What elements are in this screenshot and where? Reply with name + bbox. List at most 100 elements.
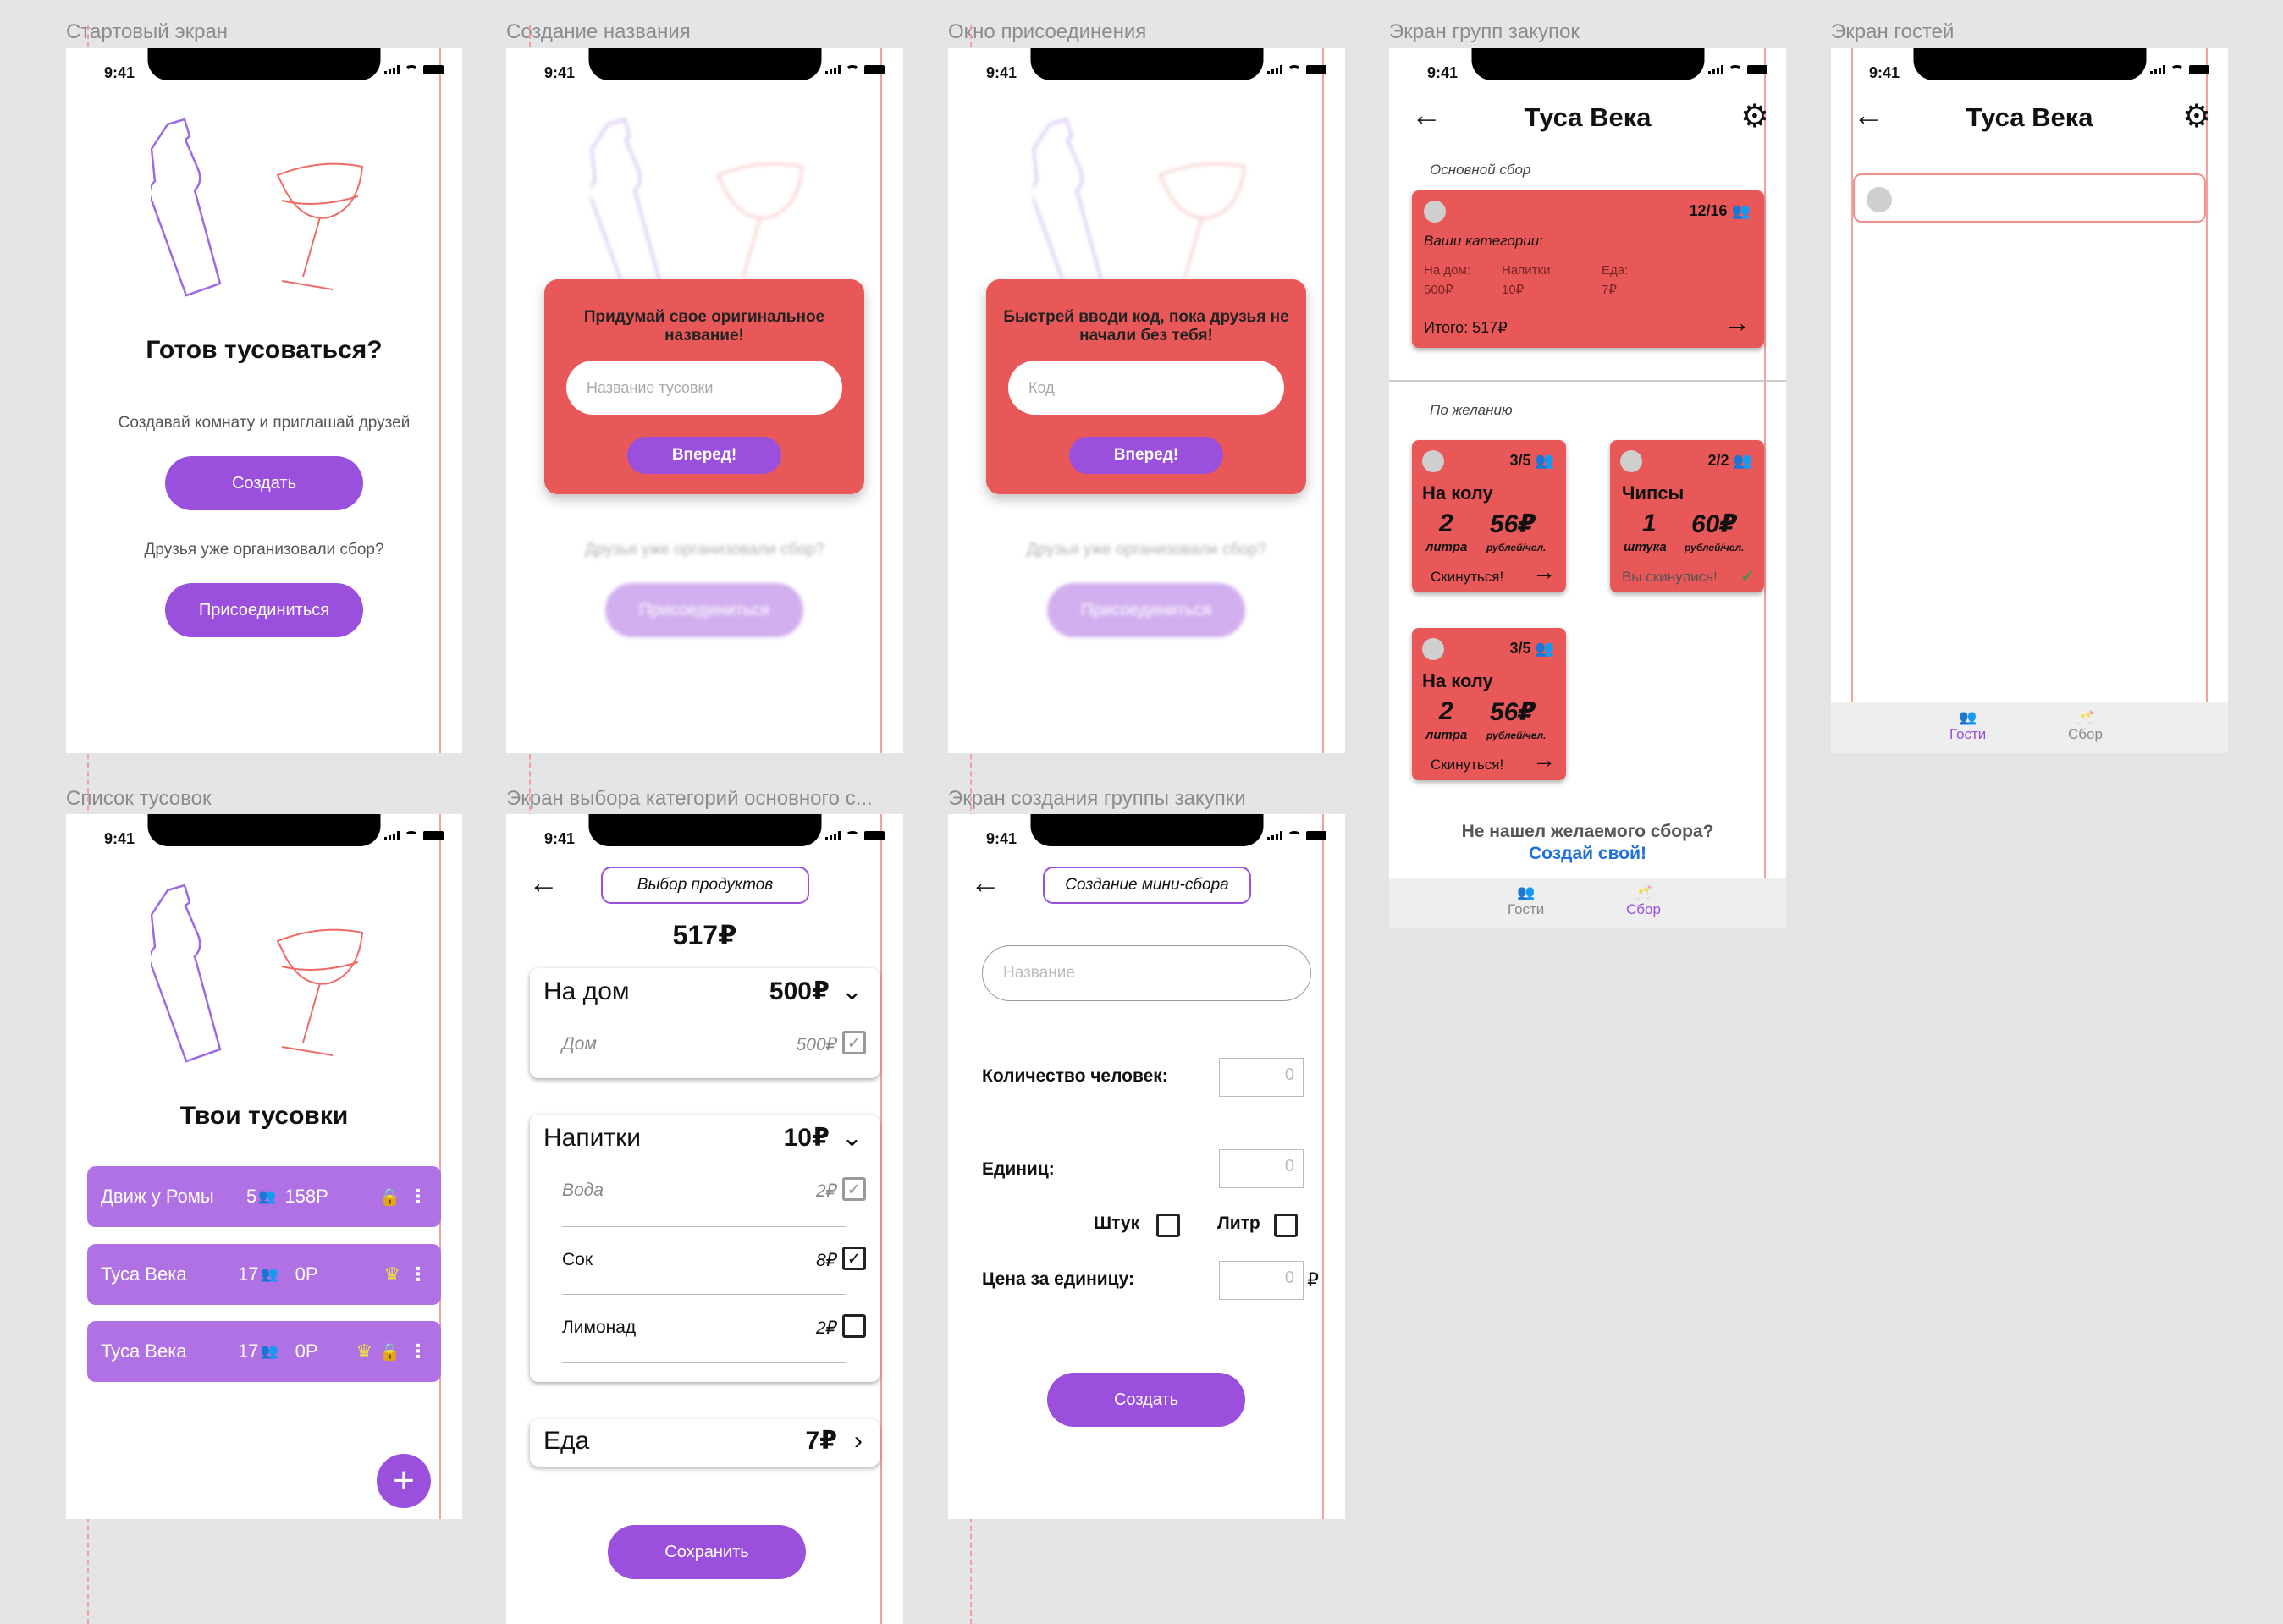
card-qty-unit: штука	[1624, 540, 1667, 554]
party-illustration	[151, 884, 364, 1063]
item-checkbox[interactable]	[842, 1314, 866, 1338]
create-group-button[interactable]: Создать	[1047, 1373, 1245, 1427]
join-button[interactable]: Присоединиться	[165, 583, 363, 637]
people-icon: 👥	[1959, 709, 1977, 725]
signal-icon	[825, 831, 841, 840]
card-price: 56₽	[1490, 510, 1536, 538]
optional-card[interactable]: 3/5 👥 На колу 2 литра 56₽ рублей/чел. Ск…	[1412, 628, 1566, 780]
phone-notch	[147, 48, 381, 80]
tab-guests[interactable]: 👥 Гости	[1508, 884, 1544, 918]
chevron-down-icon: ⌄	[841, 1124, 863, 1152]
tab-guests[interactable]: 👥 Гости	[1949, 709, 1986, 743]
join-button-blurred: Присоединиться	[605, 583, 803, 637]
category-food[interactable]: Еда 7₽ ›	[530, 1419, 880, 1467]
status-time: 9:41	[104, 830, 135, 847]
pcs-checkbox[interactable]	[1156, 1214, 1180, 1237]
card-qty-unit: литра	[1425, 728, 1468, 742]
battery-icon	[2189, 65, 2209, 74]
guest-row[interactable]	[1853, 173, 2206, 223]
add-party-button[interactable]: +	[377, 1454, 431, 1508]
start-title: Готов тусоваться?	[146, 336, 383, 364]
back-arrow-icon[interactable]: ←	[970, 865, 1001, 900]
item-name: Дом	[562, 1034, 597, 1054]
start-subtitle: Создавай комнату и приглашай друзей	[118, 414, 411, 432]
phone-notch	[1030, 814, 1263, 846]
category-sum: 500₽	[769, 977, 830, 1005]
name-forward-button[interactable]: Вперед!	[627, 437, 781, 474]
create-own-link[interactable]: Создай свой!	[1389, 844, 1786, 864]
category-food-header[interactable]: Еда 7₽ ›	[543, 1426, 863, 1456]
party-item[interactable]: Туса Века 17 👥 0Р ♛ ⋮	[87, 1244, 441, 1305]
crown-icon: ♛	[356, 1340, 373, 1362]
tab-collect[interactable]: 🥂 Сбор	[1626, 884, 1661, 918]
avatar	[1422, 450, 1444, 472]
code-input[interactable]: Код	[1008, 361, 1284, 415]
item-checkbox[interactable]: ✓	[842, 1247, 866, 1270]
more-icon[interactable]: ⋮	[409, 1340, 427, 1363]
more-icon[interactable]: ⋮	[409, 1186, 427, 1208]
phone-notch	[147, 814, 381, 846]
people-input[interactable]: 0	[1219, 1058, 1304, 1097]
save-button[interactable]: Сохранить	[608, 1525, 806, 1579]
card-count-value: 2/2	[1707, 452, 1729, 469]
settings-gear-icon[interactable]: ⚙	[2182, 97, 2211, 135]
frame-label-categories: Экран выбора категорий основного с...	[506, 787, 873, 810]
wifi-icon	[846, 831, 859, 840]
optional-card[interactable]: 2/2 👥 Чипсы 1 штука 60₽ рублей/чел. Вы с…	[1610, 440, 1764, 592]
frame-label-create-group: Экран создания группы закупки	[948, 787, 1246, 810]
tab-collect[interactable]: 🥂 Сбор	[2068, 709, 2103, 743]
join-modal: Быстрей вводи код, пока друзья не начали…	[986, 279, 1306, 494]
arrow-right-icon[interactable]: →	[1532, 559, 1556, 586]
create-button[interactable]: Создать	[165, 456, 363, 510]
name-input[interactable]: Название	[982, 945, 1311, 1001]
phone-notch	[1030, 48, 1263, 80]
pcs-label: Штук	[1094, 1214, 1140, 1233]
more-icon[interactable]: ⋮	[409, 1263, 427, 1285]
card-price: 60₽	[1691, 510, 1738, 538]
lock-icon: 🔒	[379, 1187, 400, 1207]
party-item[interactable]: Движ у Ромы 5 👥 158Р 🔒 ⋮	[87, 1166, 441, 1227]
item-price: 2₽	[815, 1181, 837, 1201]
categories-screen: 9:41 ← Выбор продуктов 517₽ На дом 500₽ ⌄ …	[506, 814, 903, 1624]
item-checkbox[interactable]: ✓	[842, 1031, 866, 1054]
category-drinks[interactable]: Напитки 10₽ ⌄ Вода 2₽ ✓ Сок 8₽ ✓ Лимонад 2₽	[530, 1115, 880, 1382]
arrow-right-icon[interactable]: →	[1532, 746, 1556, 773]
price-input[interactable]: 0	[1219, 1261, 1304, 1300]
units-input[interactable]: 0	[1219, 1149, 1304, 1188]
card-action[interactable]: Скинуться!	[1431, 757, 1503, 773]
back-arrow-icon[interactable]: ←	[528, 865, 559, 900]
item-name: Лимонад	[562, 1318, 637, 1337]
party-name-input[interactable]: Название тусовки	[566, 361, 842, 415]
party-item[interactable]: Туса Века 17 👥 0Р ♛ 🔒 ⋮	[87, 1321, 441, 1382]
frame-label-guests: Экран гостей	[1831, 20, 1955, 43]
card-count-value: 3/5	[1509, 640, 1531, 657]
cat1-label: На дом:	[1424, 263, 1470, 278]
join-forward-button[interactable]: Вперед!	[1069, 437, 1223, 474]
main-total: Итого: 517₽	[1424, 319, 1508, 336]
main-collection-card[interactable]: 12/16 👥 Ваши категории: На дом: 500₽ Нап…	[1412, 190, 1764, 348]
party-sum: 158Р	[284, 1186, 328, 1207]
people-icon: 👥	[1535, 640, 1554, 657]
tab-collect-label: Сбор	[2068, 726, 2103, 742]
settings-gear-icon[interactable]: ⚙	[1740, 97, 1769, 135]
cat3-value: 7₽	[1602, 283, 1617, 297]
frame-label-list: Список тусовок	[66, 787, 212, 810]
optional-card[interactable]: 3/5 👥 На колу 2 литра 56₽ рублей/чел. Ск…	[1412, 440, 1566, 592]
phone-notch	[588, 48, 821, 80]
item-name: Вода	[562, 1181, 604, 1200]
signal-icon	[384, 831, 400, 840]
category-drinks-header[interactable]: Напитки 10₽ ⌄	[543, 1123, 863, 1153]
card-action[interactable]: Скинуться!	[1431, 569, 1503, 586]
cat2-value: 10₽	[1502, 283, 1525, 297]
people-label: Количество человек:	[982, 1066, 1168, 1086]
category-home-header[interactable]: На дом 500₽ ⌄	[543, 977, 863, 1006]
category-home[interactable]: На дом 500₽ ⌄ Дом 500₽ ✓	[530, 968, 880, 1078]
item-checkbox[interactable]: ✓	[842, 1177, 866, 1201]
item-price: 500₽	[796, 1035, 837, 1054]
battery-icon	[423, 831, 444, 840]
arrow-right-icon[interactable]: →	[1723, 307, 1751, 339]
liter-checkbox[interactable]	[1274, 1214, 1298, 1237]
card-count: 2/2 👥	[1708, 452, 1752, 470]
card-count: 3/5 👥	[1510, 452, 1554, 470]
status-icons	[1267, 831, 1326, 840]
